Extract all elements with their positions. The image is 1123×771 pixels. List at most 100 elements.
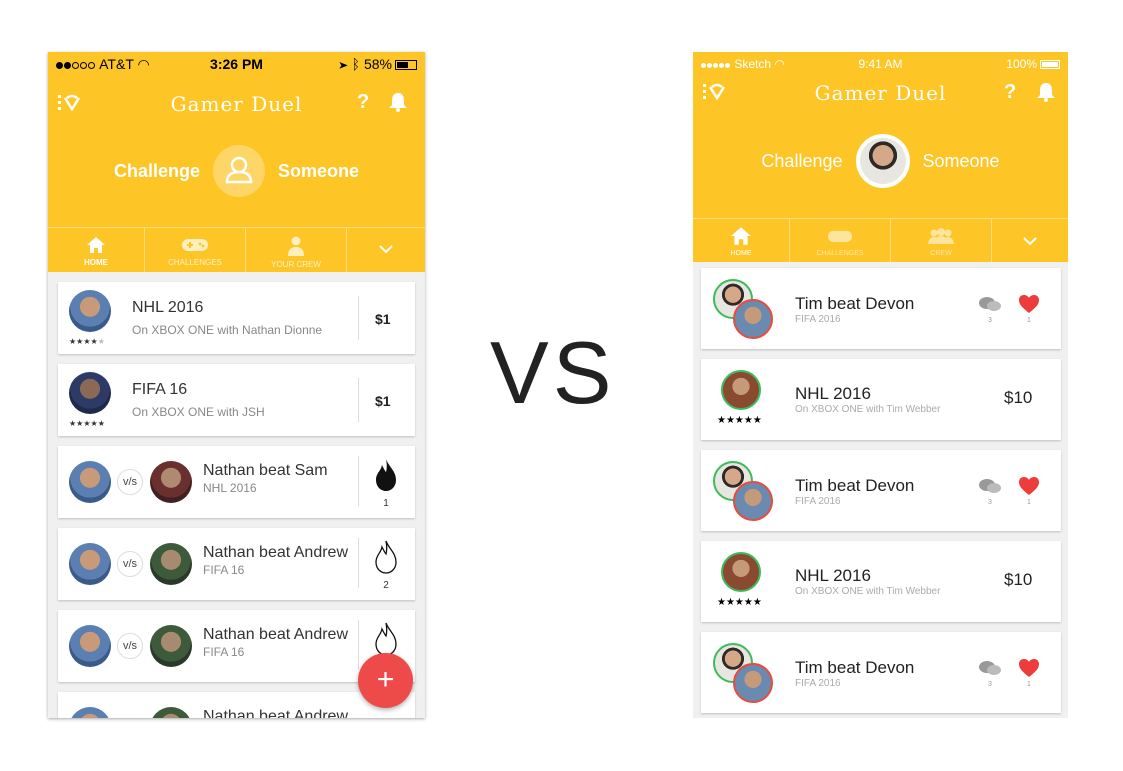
notification-bell-icon[interactable] (388, 92, 408, 112)
comment-count: 3 (988, 317, 992, 324)
card-subtitle: NHL 2016 (203, 481, 257, 495)
comment-icon[interactable] (978, 296, 1002, 314)
divider (358, 538, 359, 588)
challenge-someone-button[interactable]: Challenge Someone (693, 134, 1068, 188)
divider (358, 456, 359, 506)
tab-home[interactable]: HOME (48, 228, 145, 272)
battery-indicator: 100% (1006, 57, 1060, 71)
loser-avatar (150, 543, 192, 585)
challenge-someone-button[interactable]: Challenge Someone (48, 145, 425, 197)
crew-icon (288, 236, 304, 256)
challenge-label: Challenge (761, 150, 843, 171)
battery-level: 58% (363, 56, 392, 72)
duel-result-card[interactable]: Nathan beat Andrew (58, 692, 415, 718)
card-subtitle: FIFA 16 (203, 645, 245, 659)
tab-home-label: HOME (730, 250, 752, 257)
someone-label: Someone (278, 160, 360, 181)
tab-challenges-label: CHALLENGES (168, 258, 222, 267)
notification-bell-icon[interactable] (1036, 82, 1056, 102)
card-subtitle: FIFA 2016 (795, 314, 841, 325)
card-title: Tim beat Devon (795, 658, 915, 677)
chevron-down-icon (1023, 237, 1037, 246)
left-phone-screen: AT&T ◠ 3:26 PM ➤ ᛒ 58% Gamer Duel ? Chal… (48, 52, 425, 718)
challenge-card[interactable]: ★★★★★ NHL 2016 On XBOX ONE with Nathan D… (58, 282, 415, 354)
player-avatar (69, 290, 111, 332)
player-avatar (69, 372, 111, 414)
add-challenge-button[interactable]: + (358, 653, 413, 708)
card-subtitle: On XBOX ONE with Nathan Dionne (132, 323, 323, 337)
tab-crew[interactable]: CREW (891, 219, 992, 262)
tab-bar: HOME CHALLENGES CREW (693, 218, 1068, 262)
card-title: NHL 2016 (795, 566, 871, 585)
help-icon[interactable]: ? (357, 91, 369, 114)
winner-avatar (69, 461, 111, 503)
flame-count: 1 (383, 498, 389, 509)
card-subtitle: On XBOX ONE with Tim Webber (795, 404, 941, 415)
home-icon (731, 227, 751, 245)
card-title: Tim beat Devon (795, 476, 915, 495)
comment-icon[interactable] (978, 660, 1002, 678)
flame-outline-icon[interactable] (375, 622, 397, 656)
divider (358, 296, 359, 340)
card-title: Nathan beat Andrew (203, 544, 348, 561)
card-subtitle: On XBOX ONE with Tim Webber (795, 586, 941, 597)
card-title: NHL 2016 (795, 384, 871, 403)
heart-icon[interactable] (1018, 476, 1040, 496)
chevron-down-icon (379, 245, 393, 254)
someone-label: Someone (922, 150, 1000, 171)
flame-outline-icon[interactable] (375, 540, 397, 574)
player-avatar (721, 370, 761, 410)
card-title: NHL 2016 (132, 299, 204, 316)
tab-crew-label: CREW (930, 250, 952, 257)
duel-result-card[interactable]: Tim beat Devon FIFA 2016 3 1 (701, 450, 1061, 531)
tab-challenges-label: CHALLENGES (816, 250, 864, 257)
versus-badge: v/s (117, 551, 143, 577)
gamepad-icon (827, 230, 853, 243)
tab-your-crew-label: YOUR CREW (271, 260, 321, 269)
player-avatar (721, 552, 761, 592)
card-title: Nathan beat Sam (203, 462, 328, 479)
loser-avatar (733, 663, 773, 703)
card-subtitle: FIFA 2016 (795, 496, 841, 507)
wager-amount: $1 (375, 393, 391, 409)
tab-more[interactable] (992, 219, 1068, 262)
loser-avatar (150, 461, 192, 503)
duel-result-card[interactable]: Tim beat Devon FIFA 2016 3 1 (701, 632, 1061, 713)
home-icon (87, 237, 105, 253)
winner-avatar (69, 543, 111, 585)
challenge-card[interactable]: ★★★★★ NHL 2016 On XBOX ONE with Tim Webb… (701, 541, 1061, 622)
challenge-card[interactable]: ★★★★★ FIFA 16 On XBOX ONE with JSH $1 (58, 364, 415, 436)
card-subtitle: FIFA 2016 (795, 678, 841, 689)
divider (358, 378, 359, 422)
tab-challenges[interactable]: CHALLENGES (790, 219, 891, 262)
duel-result-card[interactable]: v/s Nathan beat Andrew FIFA 16 2 (58, 528, 415, 600)
loser-avatar (733, 299, 773, 339)
battery-indicator: ➤ ᛒ 58% (339, 56, 417, 72)
rating-stars: ★★★★★ (717, 415, 762, 426)
duel-result-card[interactable]: v/s Nathan beat Sam NHL 2016 1 (58, 446, 415, 518)
duel-result-card[interactable]: Tim beat Devon FIFA 2016 3 1 (701, 268, 1061, 349)
tab-more[interactable] (347, 228, 425, 272)
tab-your-crew[interactable]: YOUR CREW (246, 228, 347, 272)
comment-icon[interactable] (978, 478, 1002, 496)
rating-stars: ★★★★★ (69, 337, 105, 346)
loser-avatar (150, 707, 192, 718)
flame-filled-icon[interactable] (375, 458, 397, 492)
heart-icon[interactable] (1018, 658, 1040, 678)
flame-count: 2 (383, 580, 389, 591)
heart-icon[interactable] (1018, 294, 1040, 314)
gamepad-icon (182, 239, 208, 251)
help-icon[interactable]: ? (1004, 81, 1016, 104)
crew-icon (928, 228, 954, 244)
user-placeholder-avatar (213, 145, 265, 197)
versus-badge: v/s (117, 633, 143, 659)
rating-stars: ★★★★★ (69, 419, 105, 428)
tab-home[interactable]: HOME (693, 219, 790, 262)
challenge-card[interactable]: ★★★★★ NHL 2016 On XBOX ONE with Tim Webb… (701, 359, 1061, 440)
card-title: FIFA 16 (132, 381, 188, 398)
card-subtitle: FIFA 16 (203, 563, 245, 577)
tab-challenges[interactable]: CHALLENGES (145, 228, 246, 272)
left-header: AT&T ◠ 3:26 PM ➤ ᛒ 58% Gamer Duel ? Chal… (48, 52, 425, 272)
bluetooth-icon: ᛒ (351, 56, 361, 72)
comparison-canvas: AT&T ◠ 3:26 PM ➤ ᛒ 58% Gamer Duel ? Chal… (0, 0, 1123, 771)
